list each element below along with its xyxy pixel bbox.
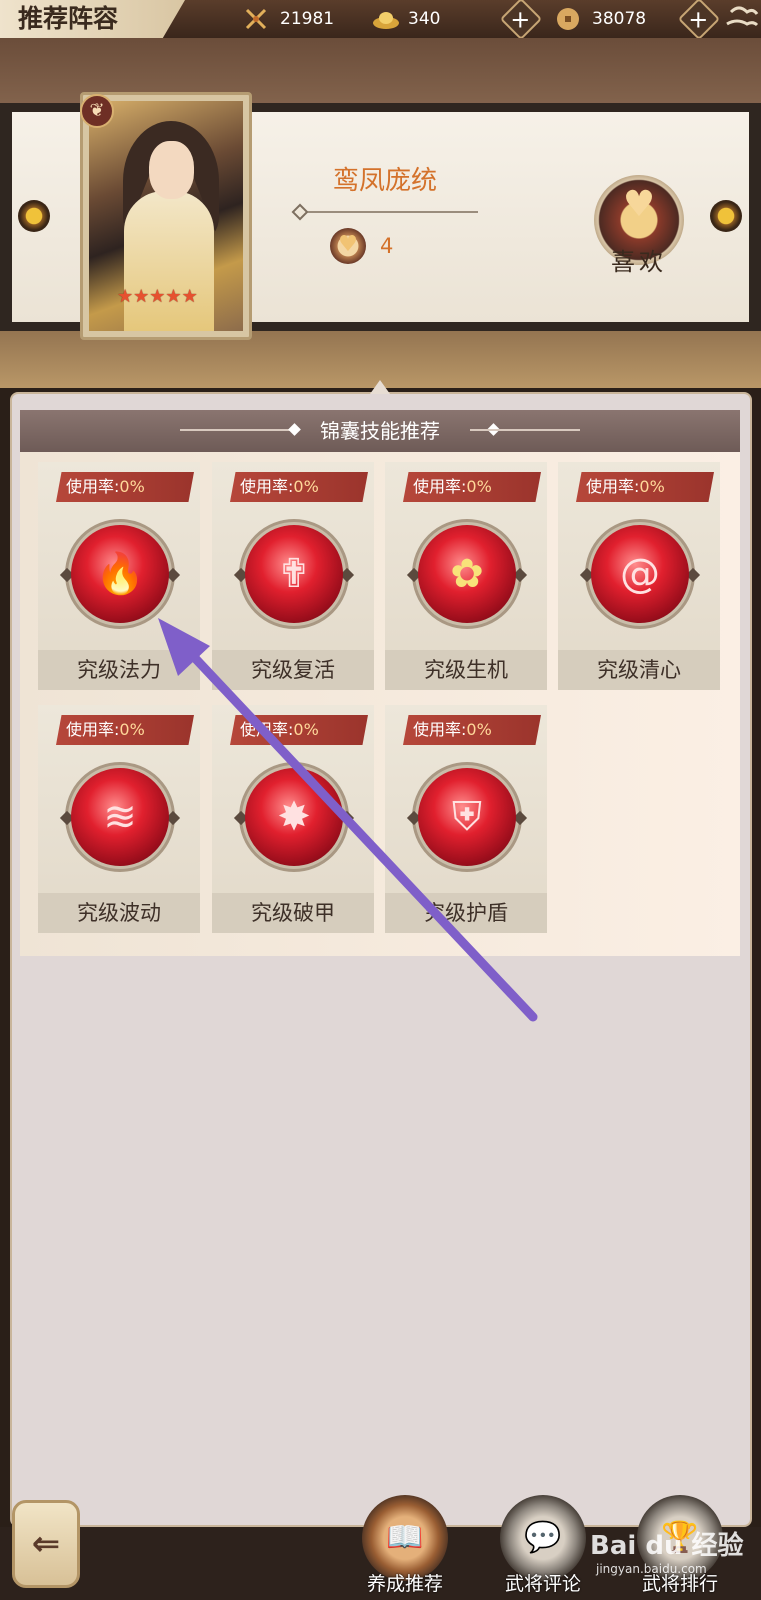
skill-name: 究级法力 [38,650,200,690]
top-bar: 推荐阵容 21981 340 + 38078 + [0,0,761,41]
flame-icon: 🔥 [71,525,169,623]
back-arrow-icon: ⇐ [31,1524,61,1564]
watermark-brand: Bai du 经验 [590,1531,744,1561]
usage-rate-label: 使用率: [586,477,640,496]
hero-name: 鸾凤庞统 [332,166,437,196]
copper-coin-icon [556,7,580,31]
swirl-icon: @ [591,525,689,623]
skill-card[interactable]: 使用率:0% 🔥 究级法力 [38,462,200,690]
star-icon: ★ [181,286,198,307]
nav-hero-comments[interactable]: 💬 武将评论 [493,1495,593,1600]
usage-rate-tag: 使用率:0% [56,472,194,502]
usage-rate-label: 使用率: [413,720,467,739]
divider-line [298,211,478,213]
skill-name: 究级波动 [38,893,200,933]
usage-rate-tag: 使用率:0% [230,472,368,502]
star-icon: ★ [117,286,134,307]
gold-ingot-icon [372,7,399,31]
plus-icon: + [510,5,531,34]
leaf-icon: ❦ [80,94,114,128]
skill-card[interactable]: 使用率:0% ≋ 究级波动 [38,705,200,933]
copper-coin-value: 38078 [592,9,647,29]
usage-rate-label: 使用率: [240,477,294,496]
wave-icon: ≋ [71,768,169,866]
usage-rate-tag: 使用率:0% [403,472,541,502]
cloud-ornament-icon [726,6,759,27]
usage-rate-value: 0% [293,477,319,496]
plus-icon: + [688,5,709,34]
star-icon: ★ [149,286,166,307]
watermark: Bai du 经验 jingyan.baidu.com [590,1525,744,1576]
shatter-icon: ✸ [245,768,343,866]
usage-rate-label: 使用率: [413,477,467,496]
skill-card[interactable]: 使用率:0% @ 究级清心 [558,462,720,690]
add-gold-button[interactable]: + [499,0,543,41]
skill-name: 究级清心 [558,650,720,690]
gold-ingot-value: 340 [408,9,441,29]
flower-icon: ✿ [418,525,516,623]
hero-robe [124,191,214,331]
header-ornament-left [180,429,290,431]
gold-ingot-counter: 340 [372,6,440,32]
header-ornament-right [470,429,580,431]
usage-rate-value: 0% [466,720,492,739]
scroll-rod-left-icon [18,200,50,232]
watermark-url: jingyan.baidu.com [596,1562,707,1576]
skill-name: 究级生机 [385,650,547,690]
winged-cross-icon: ✟ [245,525,343,623]
like-button-label[interactable]: 喜欢 [595,242,683,277]
skill-card[interactable]: 使用率:0% ✿ 究级生机 [385,462,547,690]
usage-rate-label: 使用率: [240,720,294,739]
usage-rate-value: 0% [639,477,665,496]
star-icon: ★ [133,286,150,307]
star-icon: ★ [165,286,182,307]
scroll-rod-right-icon [710,200,742,232]
back-button[interactable]: ⇐ [12,1500,80,1588]
stamina-value: 21981 [280,9,335,29]
usage-rate-value: 0% [119,720,145,739]
usage-rate-tag: 使用率:0% [56,715,194,745]
usage-rate-tag: 使用率:0% [576,472,714,502]
heart-icon: ♥ [330,228,366,264]
nav-cultivation-recommend[interactable]: 📖 养成推荐 [355,1495,455,1600]
usage-rate-label: 使用率: [66,477,120,496]
stamina-counter: 21981 [244,6,334,32]
shield-icon: ⛨ [418,768,516,866]
add-coin-button[interactable]: + [677,0,721,41]
copper-coin-counter: 38078 [556,6,646,32]
usage-rate-tag: 使用率:0% [230,715,368,745]
hero-star-rating: ★ ★ ★ ★ ★ [117,286,198,307]
skill-card[interactable]: 使用率:0% ✸ 究级破甲 [212,705,374,933]
nav-label: 武将评论 [504,1573,581,1595]
skill-name: 究级复活 [212,650,374,690]
section-header: 锦囊技能推荐 [20,410,740,452]
usage-rate-tag: 使用率:0% [403,715,541,745]
skill-card[interactable]: 使用率:0% ⛨ 究级护盾 [385,705,547,933]
crossed-swords-icon [244,7,268,31]
skill-name: 究级破甲 [212,893,374,933]
nav-label: 养成推荐 [366,1573,443,1595]
usage-rate-value: 0% [119,477,145,496]
usage-rate-label: 使用率: [66,720,120,739]
skill-card[interactable]: 使用率:0% ✟ 究级复活 [212,462,374,690]
usage-rate-value: 0% [293,720,319,739]
hero-face [149,141,194,199]
like-count: 4 [380,234,394,258]
diamond-icon [288,423,301,436]
heart-icon: ♥ [622,184,656,225]
section-title: 锦囊技能推荐 [320,419,440,443]
usage-rate-value: 0% [466,477,492,496]
skill-name: 究级护盾 [385,893,547,933]
like-counter: ♥ 4 [330,228,393,264]
page-title: 推荐阵容 [0,0,185,38]
